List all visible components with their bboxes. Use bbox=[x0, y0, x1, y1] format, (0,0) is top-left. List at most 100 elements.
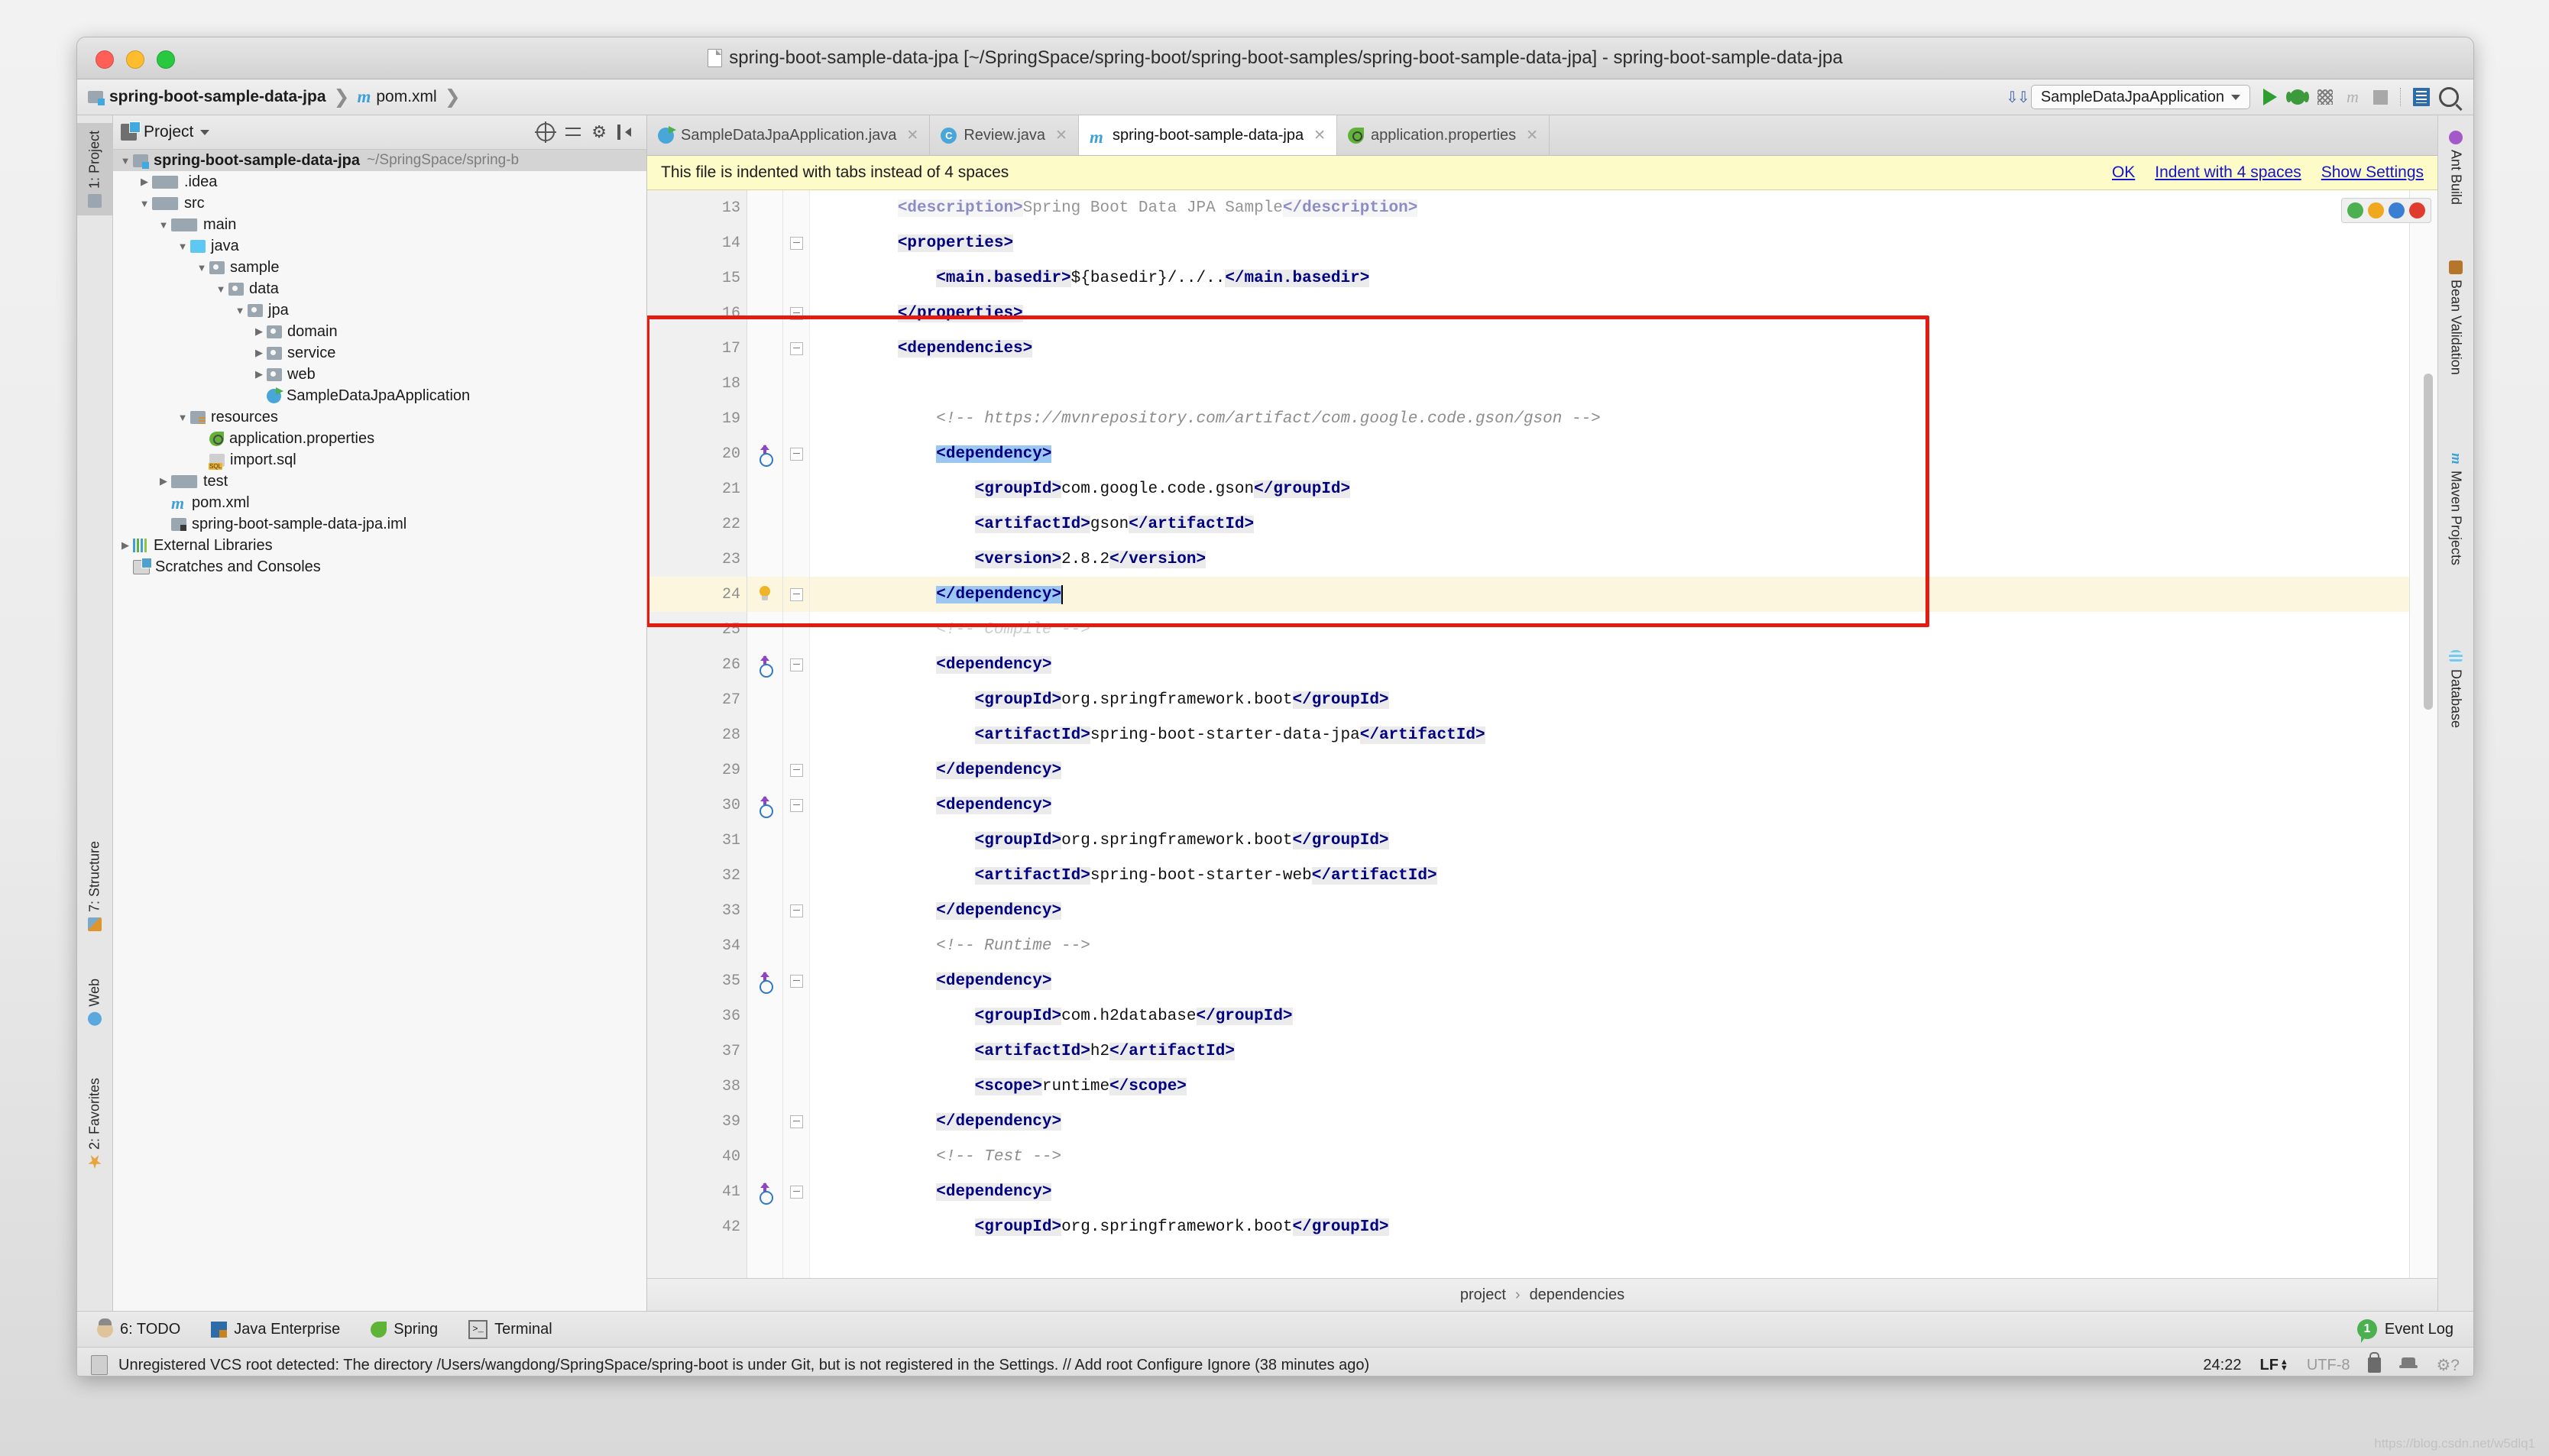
close-tab-icon[interactable]: ✕ bbox=[906, 127, 918, 144]
sidebar-item-structure[interactable]: 7: Structure bbox=[77, 833, 112, 939]
fold-marker-row[interactable] bbox=[783, 471, 809, 506]
code-line[interactable]: <description> Spring Boot Data JPA Sample… bbox=[810, 190, 2409, 225]
tree-node-main[interactable]: main bbox=[113, 214, 646, 235]
sidebar-item-project[interactable]: 1: Project bbox=[77, 123, 112, 216]
maven-dependency-up-icon[interactable] bbox=[758, 1183, 773, 1205]
tree-node-test[interactable]: test bbox=[113, 471, 646, 492]
editor-tab-spring-boot-sample-data-jpa[interactable]: m spring-boot-sample-data-jpa ✕ bbox=[1078, 115, 1338, 155]
close-tab-icon[interactable]: ✕ bbox=[1055, 127, 1067, 144]
fold-marker-row[interactable] bbox=[783, 225, 809, 260]
fold-marker-row[interactable] bbox=[783, 752, 809, 788]
editor-tab-application-properties[interactable]: application.properties ✕ bbox=[1337, 115, 1550, 155]
gutter-marker-row[interactable] bbox=[747, 682, 782, 717]
event-log-area[interactable]: 1 Event Log bbox=[2356, 1319, 2453, 1343]
editor-tab-sampledatajpaapplication-java[interactable]: SampleDataJpaApplication.java ✕ bbox=[647, 115, 931, 155]
fold-marker-row[interactable] bbox=[783, 506, 809, 542]
fold-marker-row[interactable] bbox=[783, 823, 809, 858]
chevron-down-icon[interactable] bbox=[137, 198, 152, 209]
gutter-marker-row[interactable] bbox=[747, 471, 782, 506]
tool-window-todo[interactable]: 6: TODO bbox=[97, 1318, 180, 1338]
code-line[interactable]: </properties> bbox=[810, 296, 2409, 331]
fold-marker-row[interactable] bbox=[783, 998, 809, 1034]
profile-button[interactable]: m bbox=[2339, 84, 2366, 110]
fold-marker-row[interactable] bbox=[783, 963, 809, 998]
code-folding-column[interactable] bbox=[783, 190, 810, 1278]
fold-marker-row[interactable] bbox=[783, 1069, 809, 1104]
fold-collapse-icon[interactable] bbox=[789, 447, 803, 461]
close-tab-icon[interactable]: ✕ bbox=[1526, 127, 1538, 144]
tree-node-spring-boot-sample-data-jpa[interactable]: spring-boot-sample-data-jpa ~/SpringSpace… bbox=[113, 150, 646, 171]
tool-window-terminal[interactable]: >_ Terminal bbox=[468, 1319, 552, 1339]
fold-marker-row[interactable] bbox=[783, 436, 809, 471]
hector-icon[interactable] bbox=[2399, 1357, 2418, 1373]
code-line[interactable]: </dependency> bbox=[810, 1104, 2409, 1139]
sidebar-item-bean-validation[interactable]: Bean Validation bbox=[2438, 253, 2473, 383]
fold-marker-row[interactable] bbox=[783, 366, 809, 401]
gutter-marker-row[interactable] bbox=[747, 612, 782, 647]
breadcrumb-file[interactable]: pom.xml bbox=[376, 88, 436, 106]
fold-marker-row[interactable] bbox=[783, 542, 809, 577]
tool-window-java-enterprise[interactable]: Java Enterprise bbox=[211, 1321, 340, 1338]
run-with-coverage-button[interactable] bbox=[2311, 84, 2339, 110]
gutter-marker-row[interactable] bbox=[747, 542, 782, 577]
fold-marker-row[interactable] bbox=[783, 612, 809, 647]
fold-marker-row[interactable] bbox=[783, 682, 809, 717]
inspection-widget[interactable] bbox=[2341, 198, 2431, 223]
fold-marker-row[interactable] bbox=[783, 1139, 809, 1174]
hide-panel-icon[interactable] bbox=[617, 125, 634, 140]
gutter-marker-row[interactable] bbox=[747, 858, 782, 893]
tree-node-src[interactable]: src bbox=[113, 193, 646, 214]
gutter-marker-row[interactable] bbox=[747, 506, 782, 542]
code-line[interactable]: <scope> runtime </scope> bbox=[810, 1069, 2409, 1104]
chevron-down-icon[interactable] bbox=[232, 305, 248, 316]
sidebar-item-favorites[interactable]: 2: Favorites bbox=[77, 1070, 112, 1176]
tree-node-java[interactable]: java bbox=[113, 235, 646, 257]
gutter-marker-row[interactable] bbox=[747, 1139, 782, 1174]
tree-node-application-properties[interactable]: application.properties bbox=[113, 428, 646, 449]
fold-marker-row[interactable] bbox=[783, 717, 809, 752]
maven-dependency-up-icon[interactable] bbox=[758, 445, 773, 467]
tree-node-spring-boot-sample-data-jpa-iml[interactable]: spring-boot-sample-data-jpa.iml bbox=[113, 513, 646, 535]
code-line[interactable]: <artifactId> gson </artifactId> bbox=[810, 506, 2409, 542]
code-line[interactable]: <!-- Runtime --> bbox=[810, 928, 2409, 963]
code-editor[interactable]: 13 14 15 16 17 18 19 20 21 22 23 24 25 26 27 28 29 30 31 32… bbox=[647, 190, 2437, 1278]
gutter-marker-row[interactable] bbox=[747, 1034, 782, 1069]
project-view-chevron-down-icon[interactable] bbox=[200, 129, 210, 135]
fold-marker-row[interactable] bbox=[783, 647, 809, 682]
gutter-marker-row[interactable] bbox=[747, 928, 782, 963]
stop-button[interactable] bbox=[2366, 84, 2394, 110]
tree-node-sampledatajpaapplication[interactable]: SampleDataJpaApplication bbox=[113, 385, 646, 406]
code-line[interactable]: </dependency> bbox=[810, 893, 2409, 928]
gutter-marker-row[interactable] bbox=[747, 1104, 782, 1139]
fold-marker-row[interactable] bbox=[783, 1034, 809, 1069]
chevron-down-icon[interactable] bbox=[175, 412, 190, 423]
fold-marker-row[interactable] bbox=[783, 190, 809, 225]
sidebar-item-maven-projects[interactable]: m Maven Projects bbox=[2438, 444, 2473, 573]
tree-node-jpa[interactable]: jpa bbox=[113, 299, 646, 321]
notification-ok-link[interactable]: OK bbox=[2112, 163, 2135, 182]
project-tree[interactable]: spring-boot-sample-data-jpa ~/SpringSpace… bbox=[113, 150, 646, 1311]
maven-dependency-up-icon[interactable] bbox=[758, 655, 773, 678]
gutter-marker-row[interactable] bbox=[747, 1174, 782, 1209]
breadcrumb-project[interactable]: spring-boot-sample-data-jpa bbox=[109, 88, 326, 106]
fold-marker-row[interactable] bbox=[783, 1104, 809, 1139]
fold-end-icon[interactable] bbox=[789, 306, 803, 320]
code-line[interactable]: <groupId> com.google.code.gson </groupId> bbox=[810, 471, 2409, 506]
code-line[interactable]: </dependency> bbox=[810, 577, 2409, 612]
chevron-down-icon[interactable] bbox=[118, 155, 133, 167]
code-line[interactable] bbox=[810, 366, 2409, 401]
layout-button[interactable] bbox=[2408, 84, 2435, 110]
fold-collapse-icon[interactable] bbox=[789, 798, 803, 812]
fold-end-icon[interactable] bbox=[789, 587, 803, 601]
fold-marker-row[interactable] bbox=[783, 928, 809, 963]
code-line[interactable]: <dependency> bbox=[810, 647, 2409, 682]
run-configuration-selector[interactable]: SampleDataJpaApplication bbox=[2030, 85, 2250, 109]
code-line[interactable]: <version> 2.8.2 </version> bbox=[810, 542, 2409, 577]
chevron-down-icon[interactable] bbox=[175, 241, 190, 252]
fold-marker-row[interactable] bbox=[783, 260, 809, 296]
maven-dependency-up-icon[interactable] bbox=[758, 972, 773, 994]
fold-collapse-icon[interactable] bbox=[789, 658, 803, 671]
chevron-down-icon[interactable] bbox=[213, 283, 228, 295]
fold-marker-row[interactable] bbox=[783, 893, 809, 928]
fold-end-icon[interactable] bbox=[789, 1115, 803, 1128]
